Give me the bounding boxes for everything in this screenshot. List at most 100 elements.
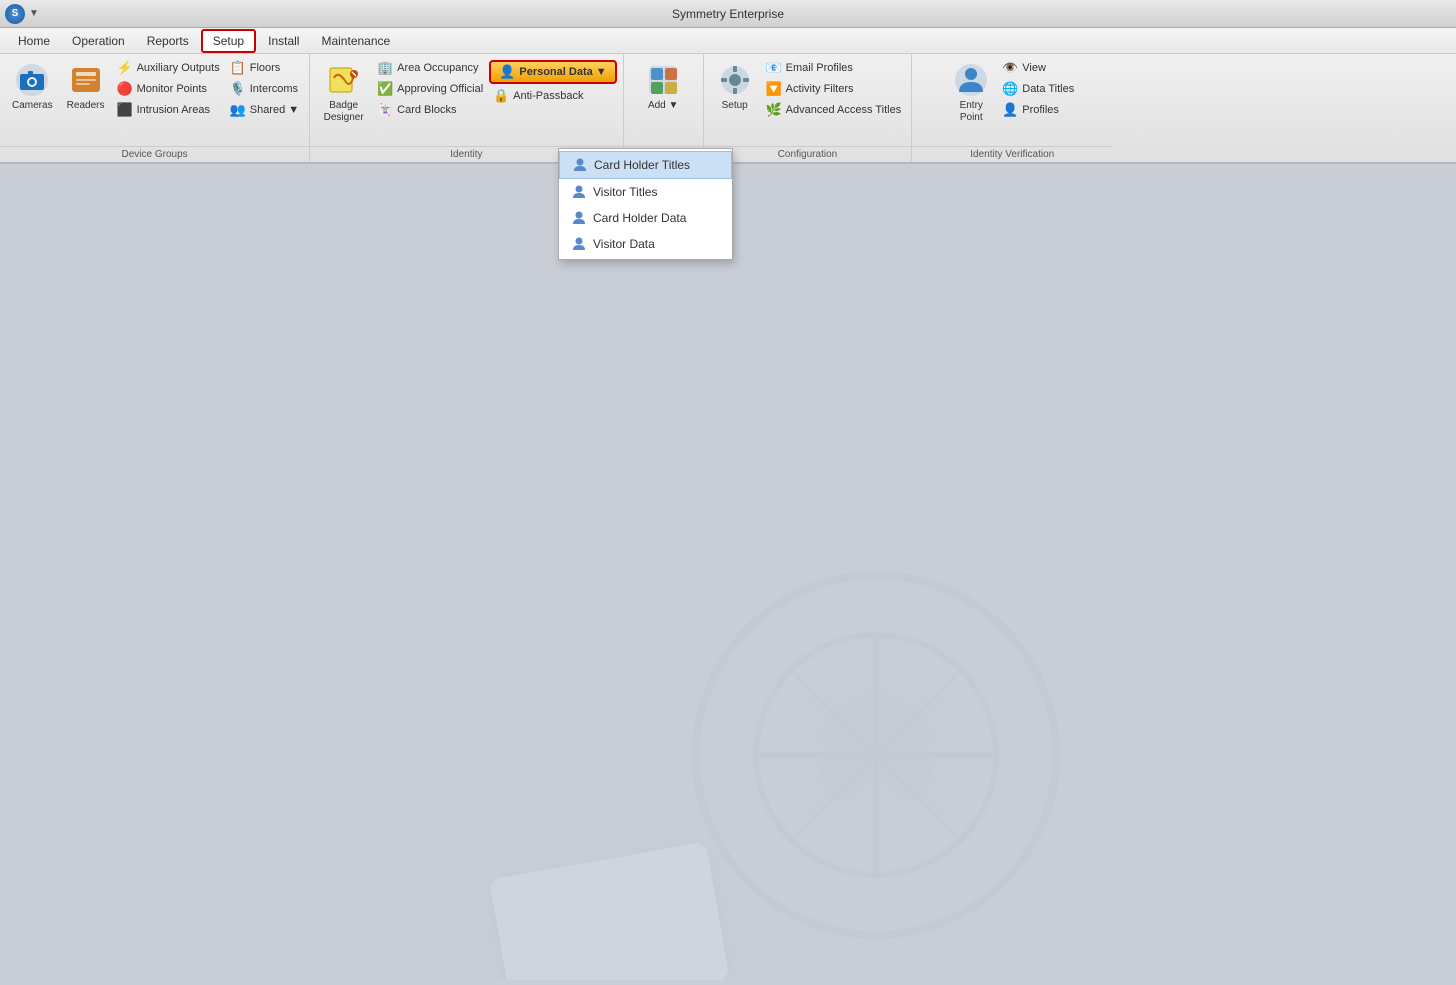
- menu-setup[interactable]: Setup: [201, 29, 256, 53]
- activity-filters-icon: 🔽: [766, 81, 782, 97]
- area-occupancy-icon: 🏢: [377, 60, 393, 76]
- device-groups-col: ⚡ Auxiliary Outputs 🔴 Monitor Points ⬛ I…: [113, 58, 224, 120]
- advanced-access-titles-label: Advanced Access Titles: [786, 104, 902, 116]
- readers-label: Readers: [67, 100, 105, 112]
- setup-config-icon: [717, 62, 753, 98]
- data-titles-icon: 🌐: [1002, 81, 1018, 97]
- shared-label: Shared ▼: [250, 104, 299, 116]
- data-titles-button[interactable]: 🌐 Data Titles: [998, 79, 1078, 99]
- add-button[interactable]: Add ▼: [638, 58, 688, 116]
- badge-designer-label: BadgeDesigner: [324, 100, 364, 124]
- identity-col: 🏢 Area Occupancy ✅ Approving Official 🃏 …: [373, 58, 487, 120]
- personal-data-button[interactable]: 👤 Personal Data ▼: [489, 60, 617, 84]
- intercoms-button[interactable]: 🎙️ Intercoms: [226, 79, 303, 99]
- email-profiles-label: Email Profiles: [786, 62, 853, 74]
- floors-button[interactable]: 📋 Floors: [226, 58, 303, 78]
- cameras-icon: [14, 62, 50, 98]
- card-holder-data-icon: [571, 210, 587, 226]
- activity-filters-button[interactable]: 🔽 Activity Filters: [762, 79, 906, 99]
- visitor-titles-icon: [571, 184, 587, 200]
- app-icon: S: [5, 4, 25, 24]
- anti-passback-icon: 🔒: [493, 88, 509, 104]
- personal-data-icon: 👤: [499, 64, 515, 80]
- card-holder-data-label: Card Holder Data: [593, 211, 686, 225]
- badge-designer-button[interactable]: BadgeDesigner: [316, 58, 371, 128]
- aux-outputs-label: Auxiliary Outputs: [137, 62, 220, 74]
- setup-config-label: Setup: [722, 100, 748, 112]
- monitor-points-icon: 🔴: [117, 81, 133, 97]
- data-titles-label: Data Titles: [1022, 83, 1074, 95]
- menu-home[interactable]: Home: [8, 31, 60, 51]
- cameras-label: Cameras: [12, 100, 53, 112]
- profiles-button[interactable]: 👤 Profiles: [998, 100, 1078, 120]
- intrusion-areas-label: Intrusion Areas: [137, 104, 210, 116]
- approving-official-label: Approving Official: [397, 83, 483, 95]
- config-col: 📧 Email Profiles 🔽 Activity Filters 🌿 Ad…: [762, 58, 906, 120]
- card-holder-titles-item[interactable]: Card Holder Titles: [559, 151, 732, 179]
- visitor-data-label: Visitor Data: [593, 237, 655, 251]
- readers-button[interactable]: Readers: [61, 58, 111, 116]
- app-title: Symmetry Enterprise: [672, 7, 784, 21]
- watermark-logo: [676, 555, 1076, 980]
- monitor-points-button[interactable]: 🔴 Monitor Points: [113, 79, 224, 99]
- profiles-icon: 👤: [1002, 102, 1018, 118]
- intrusion-areas-button[interactable]: ⬛ Intrusion Areas: [113, 100, 224, 120]
- setup-config-button[interactable]: Setup: [710, 58, 760, 116]
- card-blocks-icon: 🃏: [377, 102, 393, 118]
- approving-official-icon: ✅: [377, 81, 393, 97]
- card-holder-titles-icon: [572, 157, 588, 173]
- visitor-titles-item[interactable]: Visitor Titles: [559, 179, 732, 205]
- email-profiles-button[interactable]: 📧 Email Profiles: [762, 58, 906, 78]
- ribbon-group-identity-verification: EntryPoint 👁️ View 🌐 Data Titles 👤 Profi…: [912, 54, 1112, 162]
- readers-icon: [68, 62, 104, 98]
- aux-outputs-button[interactable]: ⚡ Auxiliary Outputs: [113, 58, 224, 78]
- ribbon-group-identity: BadgeDesigner 🏢 Area Occupancy ✅ Approvi…: [310, 54, 624, 162]
- entry-point-button[interactable]: EntryPoint: [946, 58, 996, 128]
- anti-passback-label: Anti-Passback: [513, 90, 583, 102]
- menu-operation[interactable]: Operation: [62, 31, 135, 51]
- anti-passback-button[interactable]: 🔒 Anti-Passback: [489, 86, 587, 106]
- iv-label: Identity Verification: [912, 146, 1112, 160]
- menu-reports[interactable]: Reports: [137, 31, 199, 51]
- quick-access-toolbar: S ▼: [5, 4, 39, 24]
- add-icon: [645, 62, 681, 98]
- ribbon-group-configuration: Setup 📧 Email Profiles 🔽 Activity Filter…: [704, 54, 913, 162]
- iv-col: 👁️ View 🌐 Data Titles 👤 Profiles: [998, 58, 1078, 120]
- add-label: Add ▼: [648, 100, 678, 112]
- email-profiles-icon: 📧: [766, 60, 782, 76]
- device-groups-col2: 📋 Floors 🎙️ Intercoms 👥 Shared ▼: [226, 58, 303, 120]
- entry-point-label: EntryPoint: [960, 100, 983, 124]
- view-label: View: [1022, 62, 1046, 74]
- content-area: [0, 164, 1456, 980]
- menu-bar: Home Operation Reports Setup Install Mai…: [0, 28, 1456, 54]
- advanced-access-titles-icon: 🌿: [766, 102, 782, 118]
- area-occupancy-button[interactable]: 🏢 Area Occupancy: [373, 58, 487, 78]
- shared-icon: 👥: [230, 102, 246, 118]
- personal-data-label: Personal Data ▼: [519, 66, 606, 78]
- title-bar: S ▼ Symmetry Enterprise: [0, 0, 1456, 28]
- menu-maintenance[interactable]: Maintenance: [311, 31, 400, 51]
- personal-data-dropdown: Card Holder Titles Visitor Titles Card H…: [558, 148, 733, 260]
- advanced-access-titles-button[interactable]: 🌿 Advanced Access Titles: [762, 100, 906, 120]
- cameras-button[interactable]: Cameras: [6, 58, 59, 116]
- card-holder-data-item[interactable]: Card Holder Data: [559, 205, 732, 231]
- floors-label: Floors: [250, 62, 281, 74]
- ribbon-group-graphics: Add ▼ Graphics: [624, 54, 704, 162]
- view-icon: 👁️: [1002, 60, 1018, 76]
- profiles-label: Profiles: [1022, 104, 1059, 116]
- card-holder-titles-label: Card Holder Titles: [594, 158, 690, 172]
- visitor-data-item[interactable]: Visitor Data: [559, 231, 732, 257]
- entry-point-icon: [953, 62, 989, 98]
- watermark: [496, 555, 1076, 980]
- quick-access-arrow: ▼: [29, 8, 39, 19]
- visitor-data-icon: [571, 236, 587, 252]
- visitor-titles-label: Visitor Titles: [593, 185, 657, 199]
- view-button[interactable]: 👁️ View: [998, 58, 1078, 78]
- card-blocks-label: Card Blocks: [397, 104, 456, 116]
- aux-outputs-icon: ⚡: [117, 60, 133, 76]
- menu-install[interactable]: Install: [258, 31, 309, 51]
- card-blocks-button[interactable]: 🃏 Card Blocks: [373, 100, 487, 120]
- approving-official-button[interactable]: ✅ Approving Official: [373, 79, 487, 99]
- shared-button[interactable]: 👥 Shared ▼: [226, 100, 303, 120]
- ribbon-group-device-groups: Cameras Readers ⚡ Auxiliary O: [0, 54, 310, 162]
